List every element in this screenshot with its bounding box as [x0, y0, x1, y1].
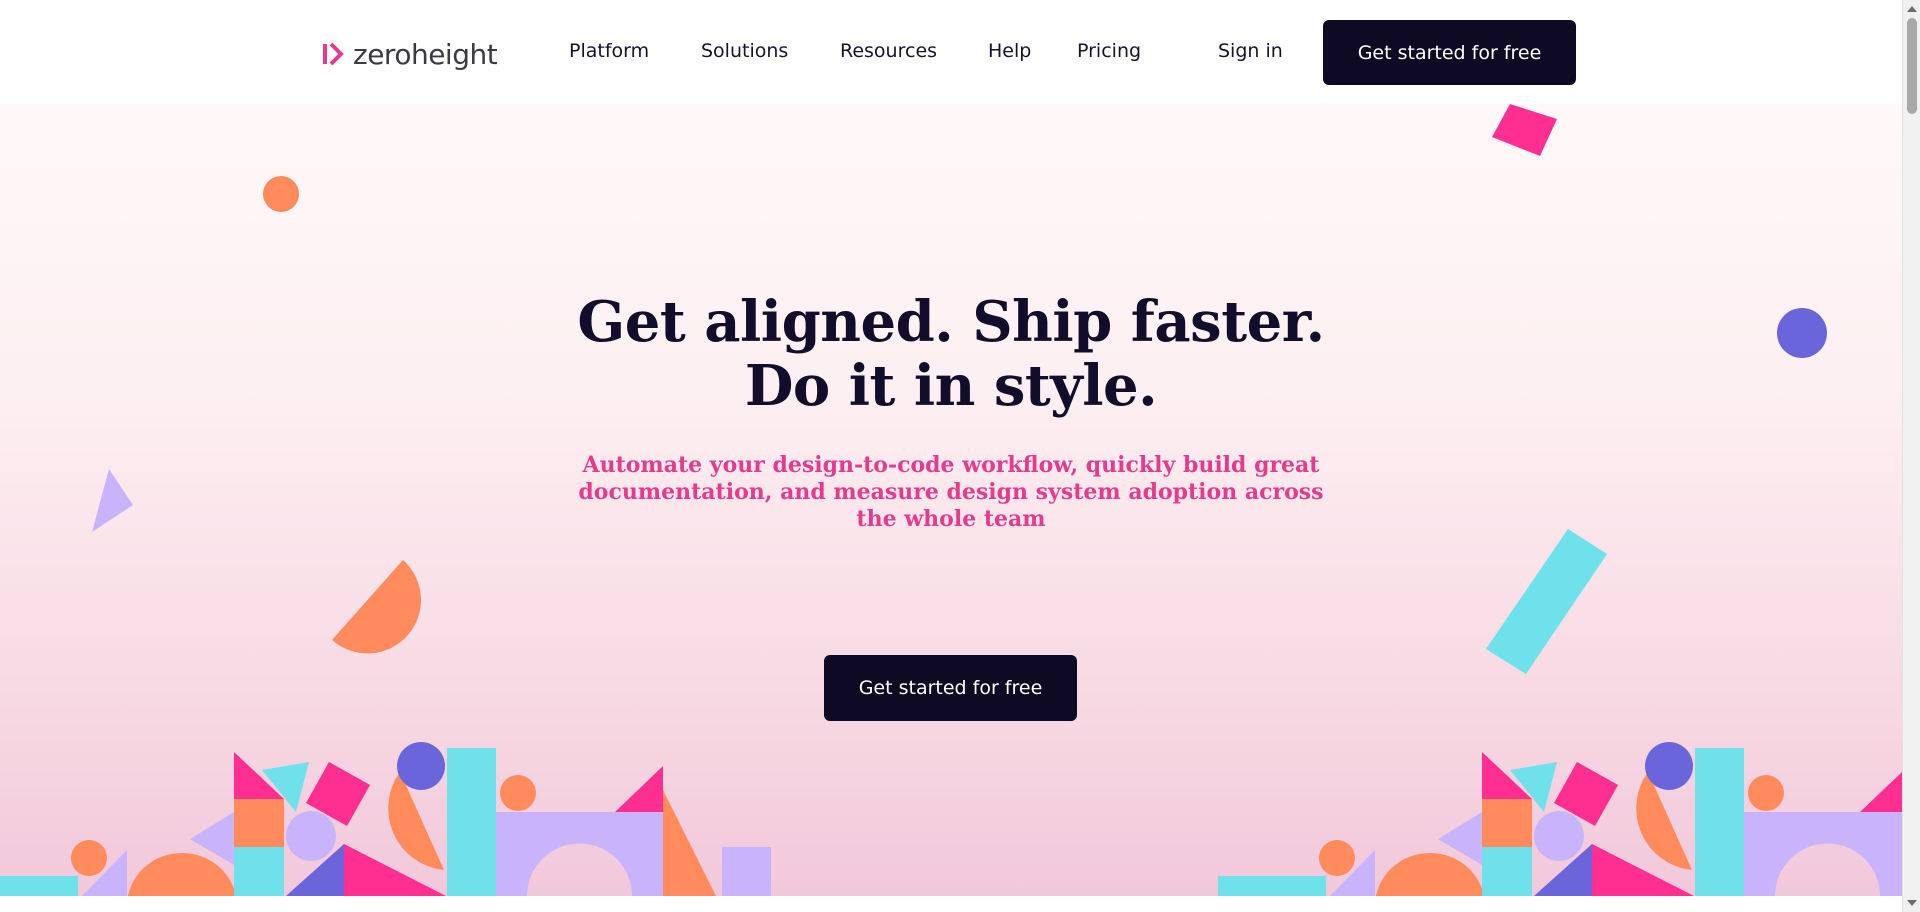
- hero-title: Get aligned. Ship faster. Do it in style…: [0, 290, 1902, 418]
- logo[interactable]: zeroheight: [323, 34, 498, 74]
- nav-solutions[interactable]: Solutions: [701, 40, 788, 62]
- nav-platform[interactable]: Platform: [569, 40, 649, 62]
- zeroheight-chevron-icon: [323, 42, 344, 66]
- hero-get-started-button[interactable]: Get started for free: [824, 655, 1077, 721]
- hero-section: Get aligned. Ship faster. Do it in style…: [0, 104, 1902, 896]
- page: Get aligned. Ship faster. Do it in style…: [0, 0, 1902, 912]
- site-header: zeroheight Platform Solutions Resources …: [0, 0, 1902, 104]
- nav-help[interactable]: Help: [988, 40, 1031, 62]
- scroll-down-arrow-icon[interactable]: [1907, 900, 1917, 906]
- header-get-started-button[interactable]: Get started for free: [1323, 20, 1576, 85]
- nav-resources[interactable]: Resources: [840, 40, 937, 62]
- bottom-strip: [0, 896, 1902, 912]
- scroll-up-arrow-icon[interactable]: [1907, 6, 1917, 12]
- scrollbar-thumb[interactable]: [1907, 18, 1917, 114]
- hero-title-line-2: Do it in style.: [744, 353, 1158, 419]
- hero-title-line-1: Get aligned. Ship faster.: [577, 289, 1325, 355]
- hero-subtitle: Automate your design-to-code workflow, q…: [578, 452, 1324, 532]
- nav-pricing[interactable]: Pricing: [1077, 40, 1141, 62]
- sign-in-link[interactable]: Sign in: [1218, 40, 1283, 62]
- vertical-scrollbar[interactable]: [1902, 0, 1920, 912]
- logo-wordmark: zeroheight: [353, 37, 498, 71]
